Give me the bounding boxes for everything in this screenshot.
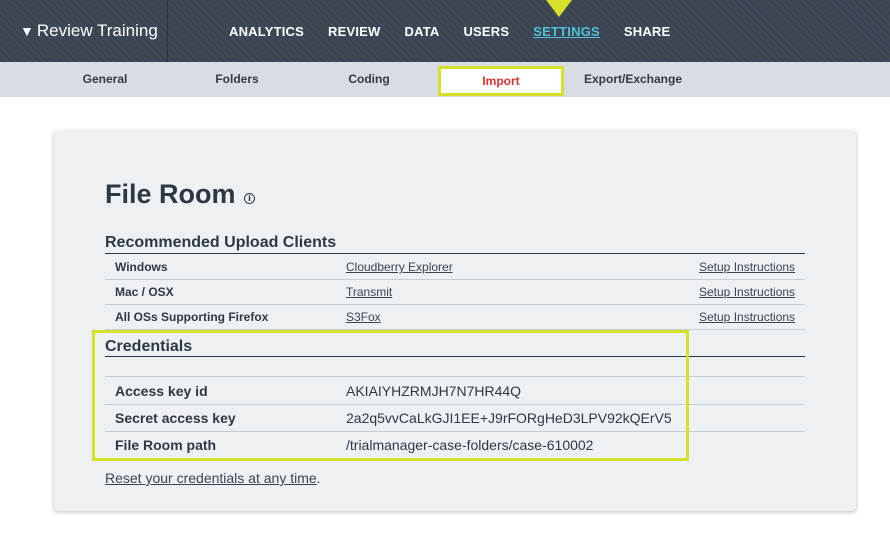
reset-credentials-suffix: . bbox=[316, 470, 321, 486]
active-nav-pointer-icon bbox=[546, 0, 572, 17]
row-divider bbox=[105, 279, 805, 280]
nav-data[interactable]: DATA bbox=[404, 24, 439, 39]
main-nav: ANALYTICS REVIEW DATA USERS SETTINGS SHA… bbox=[229, 0, 694, 62]
settings-subnav: General Folders Coding Import Export/Exc… bbox=[0, 62, 890, 97]
subnav-import[interactable]: Import bbox=[438, 66, 564, 96]
nav-settings[interactable]: SETTINGS bbox=[533, 24, 600, 39]
row-divider bbox=[105, 304, 805, 305]
client-row-mac-os: Mac / OSX bbox=[115, 285, 174, 299]
upload-clients-divider bbox=[105, 253, 805, 254]
upload-clients-heading: Recommended Upload Clients bbox=[105, 234, 337, 251]
client-row-windows-setup-link[interactable]: Setup Instructions bbox=[699, 260, 795, 274]
reset-credentials-link[interactable]: Reset your credentials at any time bbox=[105, 470, 317, 486]
top-navigation-bar: ▼ Review Training ANALYTICS REVIEW DATA … bbox=[0, 0, 890, 62]
subnav-general[interactable]: General bbox=[62, 62, 148, 97]
subnav-folders[interactable]: Folders bbox=[194, 62, 280, 97]
client-row-mac-setup-link[interactable]: Setup Instructions bbox=[699, 285, 795, 299]
nav-review[interactable]: REVIEW bbox=[328, 24, 380, 39]
credentials-highlight bbox=[92, 330, 689, 461]
nav-users[interactable]: USERS bbox=[463, 24, 509, 39]
client-row-windows-os: Windows bbox=[115, 260, 168, 274]
client-row-firefox-os: All OSs Supporting Firefox bbox=[115, 310, 269, 324]
app-title-label: Review Training bbox=[36, 21, 158, 40]
subnav-export-exchange[interactable]: Export/Exchange bbox=[578, 62, 688, 97]
page-title: File Room bbox=[105, 179, 236, 209]
nav-share[interactable]: SHARE bbox=[624, 24, 671, 39]
app-title-dropdown[interactable]: ▼ Review Training bbox=[0, 0, 168, 62]
nav-analytics[interactable]: ANALYTICS bbox=[229, 24, 304, 39]
client-row-windows-link[interactable]: Cloudberry Explorer bbox=[346, 260, 453, 274]
client-row-firefox-link[interactable]: S3Fox bbox=[346, 310, 381, 324]
client-row-mac-link[interactable]: Transmit bbox=[346, 285, 392, 299]
reset-credentials-text: Reset your credentials at any time. bbox=[105, 470, 321, 486]
client-row-firefox-setup-link[interactable]: Setup Instructions bbox=[699, 310, 795, 324]
file-room-panel: File Room i Recommended Upload Clients W… bbox=[54, 131, 856, 511]
info-icon[interactable]: i bbox=[244, 193, 255, 204]
caret-down-icon: ▼ bbox=[20, 23, 34, 39]
subnav-coding[interactable]: Coding bbox=[326, 62, 412, 97]
